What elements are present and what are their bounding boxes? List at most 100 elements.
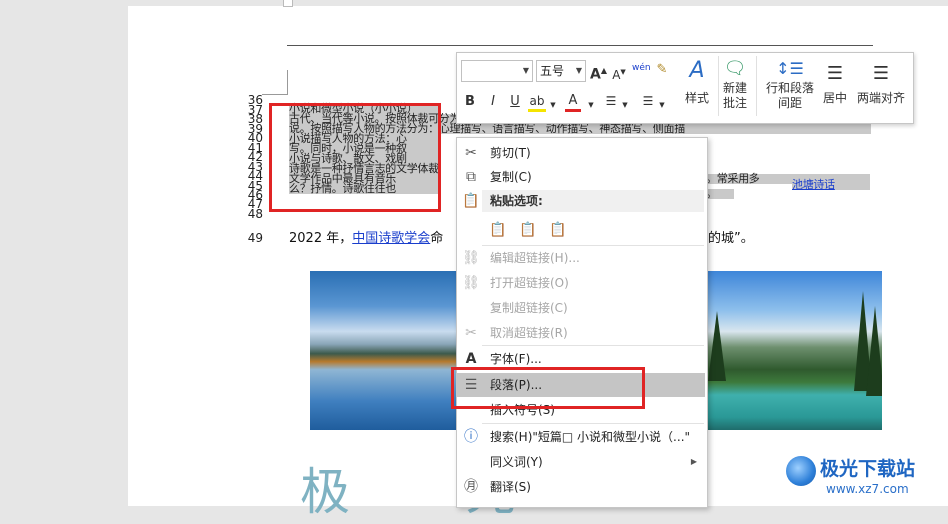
clipboard-text-icon: 📋 (549, 222, 567, 238)
justify-button[interactable]: ☰ 两端对齐 (854, 57, 908, 106)
line-number: 49 (247, 231, 263, 245)
font-color-button[interactable]: A (565, 93, 581, 112)
menu-item-label: 复制超链接(C) (490, 301, 568, 315)
line-spacing-button[interactable]: ↕☰ 行和段落 间距 (762, 57, 818, 111)
align-justify-icon: ☰ (872, 63, 890, 84)
translate-icon: ㊊ (464, 479, 478, 495)
font-size-select[interactable]: 五号 ▼ (536, 60, 586, 82)
brush-icon: ✎ (656, 62, 668, 77)
menu-separator (482, 345, 704, 346)
clipboard-arrow-icon: 📋 (519, 222, 537, 238)
menu-item-label: 翻译(S) (490, 480, 531, 494)
line-spacing-label: 间距 (777, 96, 802, 110)
center-align-button[interactable]: ☰ 居中 (820, 57, 850, 106)
paste-merge-formatting-button[interactable]: 📋 (517, 218, 539, 242)
numbering-button[interactable]: ☰ (639, 93, 657, 109)
menu-item-translate[interactable]: ㊊ 翻译(S) (457, 475, 705, 499)
bullets-button[interactable]: ☰ (602, 93, 620, 109)
clipboard-brush-icon: 📋 (489, 222, 507, 238)
menu-separator (482, 423, 704, 424)
menu-item-search[interactable]: ⓘ 搜索(H)"短篇□ 小说和微型小说（..." (457, 425, 705, 449)
shrink-font-button[interactable]: A▼ (611, 64, 627, 83)
menu-item-remove-hyperlink[interactable]: ✂ 取消超链接(R) (457, 321, 705, 345)
menu-item-copy[interactable]: ⧉ 复制(C) (457, 165, 705, 189)
chevron-down-icon[interactable]: ▼ (658, 97, 666, 113)
chevron-down-icon[interactable]: ▼ (587, 97, 595, 113)
numbered-list-icon: ☰ (642, 94, 654, 108)
chevron-down-icon[interactable]: ▼ (523, 61, 529, 81)
phonetic-guide-icon: wén (632, 63, 651, 73)
margin-corner-mark (287, 70, 288, 94)
menu-item-label: 同义词(Y) (490, 455, 543, 469)
link-open-icon: ⛓ (462, 275, 480, 291)
highlight-button[interactable]: ab (528, 93, 546, 112)
justify-label: 两端对齐 (856, 91, 905, 105)
selected-text-fragment[interactable]: 。 (706, 188, 734, 199)
font-size-value: 五号 (540, 64, 565, 78)
paste-keep-formatting-button[interactable]: 📋 (487, 218, 509, 242)
watermark-title: 极光下载站 (820, 458, 916, 480)
line-text: 2022 年， (289, 231, 353, 246)
menu-item-label: 编辑超链接(H)... (490, 251, 580, 265)
red-highlight-box (269, 103, 441, 212)
margin-corner-mark (262, 94, 288, 95)
new-comment-label: 批注 (722, 96, 747, 110)
font-icon: A (465, 351, 477, 367)
menu-item-label: 复制(C) (490, 170, 532, 184)
lake-mountain-photo[interactable] (310, 271, 458, 430)
watermark-url: www.xz7.com (826, 482, 909, 496)
styles-label: 样式 (684, 91, 709, 105)
line-spacing-label: 行和段落 (765, 81, 814, 95)
bullet-list-icon: ☰ (605, 94, 617, 108)
selected-link-fragment[interactable]: 池塘诗话 (792, 178, 870, 191)
link-edit-icon: ⛓ (462, 250, 480, 266)
toolbar-divider (756, 56, 757, 116)
menu-item-open-hyperlink[interactable]: ⛓ 打开超链接(O) (457, 271, 705, 295)
styles-icon: A (689, 58, 705, 83)
comment-icon: 🗨 (723, 58, 747, 79)
bold-button[interactable]: B (463, 94, 477, 110)
search-icon: ⓘ (464, 429, 478, 445)
new-comment-button[interactable]: 🗨 新建 批注 (720, 57, 750, 111)
font-color-icon: A (568, 93, 578, 108)
italic-button[interactable]: I (486, 94, 500, 110)
menu-item-cut[interactable]: ✂ 剪切(T) (457, 141, 705, 165)
line-number: 48 (247, 207, 263, 221)
grow-font-button[interactable]: A▲ (590, 63, 607, 83)
tree-shape (866, 306, 882, 396)
menu-item-label: 搜索(H)"短篇□ 小说和微型小说（..." (490, 430, 691, 444)
text-link[interactable]: 中国诗歌学会 (352, 231, 430, 246)
paste-options-header: 粘贴选项: (482, 190, 704, 212)
text-link[interactable]: 池塘诗话 (792, 178, 835, 191)
chevron-down-icon[interactable]: ▼ (549, 97, 557, 113)
align-center-icon: ☰ (826, 63, 844, 84)
menu-item-copy-hyperlink[interactable]: 复制超链接(C) (457, 296, 705, 320)
styles-button[interactable]: A 样式 (678, 57, 716, 106)
grow-font-icon: A (590, 66, 601, 83)
document-line-49[interactable]: 2022 年，中国诗歌学会命 (289, 232, 443, 245)
menu-item-label: 打开超链接(O) (490, 276, 569, 290)
paste-icon: 📋 (462, 193, 480, 209)
new-comment-label: 新建 (722, 81, 747, 95)
menu-item-paste-icon: 📋 (457, 189, 479, 213)
chevron-right-icon: ▶ (690, 457, 697, 466)
chevron-down-icon[interactable]: ▼ (621, 97, 629, 113)
menu-item-label: 剪切(T) (490, 146, 531, 160)
phonetic-guide-button[interactable]: wén (632, 60, 651, 76)
site-watermark: 极光下载站 www.xz7.com (786, 452, 944, 504)
line-text: 命 (430, 231, 444, 246)
underline-button[interactable]: U (508, 94, 522, 110)
header-rule (287, 45, 873, 46)
paste-text-only-button[interactable]: 📋 (547, 218, 569, 242)
menu-item-edit-hyperlink[interactable]: ⛓ 编辑超链接(H)... (457, 246, 705, 270)
format-painter-button[interactable]: ✎ (654, 62, 670, 78)
menu-item-synonyms[interactable]: 同义词(Y) ▶ (457, 450, 705, 474)
forest-lake-photo[interactable] (706, 271, 882, 430)
font-name-input[interactable]: ▼ (461, 60, 533, 82)
chevron-down-icon[interactable]: ▼ (576, 61, 582, 81)
scissors-icon: ✂ (465, 145, 477, 161)
line-spacing-icon: ↕☰ (776, 59, 804, 78)
highlighter-icon: ab (529, 94, 545, 108)
site-logo-icon (786, 456, 816, 486)
toolbar-divider (718, 56, 719, 116)
